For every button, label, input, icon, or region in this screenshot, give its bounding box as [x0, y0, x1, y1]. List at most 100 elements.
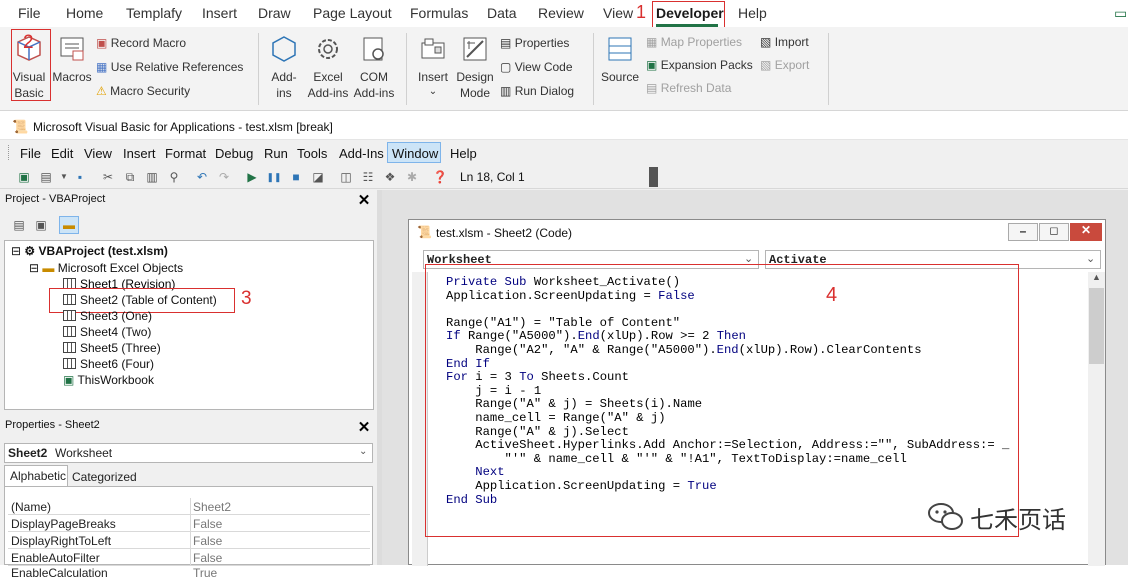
excel-addins-button[interactable]: Excel Add-ins [305, 30, 351, 100]
expansion-packs-button[interactable]: ▣ Expansion Packs [646, 58, 753, 72]
tab-insert[interactable]: Insert [202, 5, 237, 21]
com-gear-icon [363, 37, 384, 61]
menu-tools[interactable]: Tools [297, 146, 327, 161]
tab-data[interactable]: Data [487, 5, 517, 21]
minimize-button[interactable]: – [1008, 223, 1038, 241]
map-properties-button[interactable]: ▦ Map Properties [646, 35, 742, 49]
object-browser-icon[interactable]: ❖ [382, 169, 398, 185]
tab-file[interactable]: File [18, 5, 41, 21]
code-window-title-bar: 📜 test.xlsm - Sheet2 (Code) – ◻ ✕ [409, 220, 1105, 246]
use-relative-references-button[interactable]: ▦ Use Relative References [96, 60, 243, 74]
project-explorer-icon[interactable]: ◫ [338, 169, 354, 185]
view-object-icon[interactable]: ▣ [33, 217, 49, 233]
save-icon[interactable]: ▪ [72, 169, 88, 185]
tab-formulas[interactable]: Formulas [410, 5, 468, 21]
tree-item-sheet3[interactable]: Sheet3 (One) [63, 309, 152, 323]
tab-help[interactable]: Help [738, 5, 767, 21]
reset-icon[interactable]: ■ [288, 169, 304, 185]
design-mode-icon[interactable]: ◪ [310, 169, 326, 185]
menu-edit[interactable]: Edit [51, 146, 73, 161]
tab-view[interactable]: View [603, 5, 633, 21]
import-button[interactable]: ▧ Import [760, 35, 809, 49]
scroll-up-icon[interactable]: ▲ [1092, 272, 1101, 282]
break-icon[interactable]: ❚❚ [266, 169, 282, 185]
tab-draw[interactable]: Draw [258, 5, 291, 21]
menu-addins[interactable]: Add-Ins [339, 146, 384, 161]
macro-security-button[interactable]: ⚠ Macro Security [96, 84, 190, 98]
refresh-data-button[interactable]: ▤ Refresh Data [646, 81, 731, 95]
property-row[interactable]: DisplayPageBreaks False [8, 515, 370, 532]
cut-icon[interactable]: ✂ [100, 169, 116, 185]
run-icon[interactable]: ▶ [244, 169, 260, 185]
tab-review[interactable]: Review [538, 5, 584, 21]
properties-window-icon[interactable]: ☷ [360, 169, 376, 185]
menu-file[interactable]: File [20, 146, 41, 161]
record-macro-button[interactable]: ▣ Record Macro [96, 36, 186, 50]
export-button[interactable]: ▧ Export [760, 58, 809, 72]
toolbox-icon[interactable]: ✱ [404, 169, 420, 185]
property-row[interactable]: EnableAutoFilter False [8, 549, 370, 566]
tab-categorized[interactable]: Categorized [69, 468, 137, 486]
developer-ribbon: 2 Visual Basic Macros ▣ Record Macro ▦ U… [0, 27, 1128, 111]
menu-debug[interactable]: Debug [215, 146, 253, 161]
close-icon[interactable]: ✕ [356, 193, 372, 209]
tab-templafy[interactable]: Templafy [126, 5, 182, 21]
design-mode-icon [463, 37, 487, 61]
vba-window-title: Microsoft Visual Basic for Applications … [33, 120, 333, 134]
worksheet-icon [63, 342, 76, 353]
copy-icon[interactable]: ⧉ [122, 169, 138, 185]
design-mode-button[interactable]: Design Mode [455, 30, 495, 100]
run-dialog-button[interactable]: ▥ Run Dialog [500, 84, 574, 98]
help-icon[interactable]: ❓ [432, 169, 448, 185]
property-row[interactable]: EnableCalculation True [8, 566, 370, 583]
excel-view-icon[interactable]: ▣ [16, 169, 32, 185]
comment-icon[interactable]: ▭ [1114, 5, 1127, 22]
view-code-icon: ▢ [500, 60, 512, 74]
tree-item-thisworkbook[interactable]: ▣ ThisWorkbook [63, 373, 154, 387]
tab-alphabetic[interactable]: Alphabetic [4, 465, 68, 486]
view-code-button[interactable]: ▢ View Code [500, 60, 573, 74]
tree-item-sheet6[interactable]: Sheet6 (Four) [63, 357, 154, 371]
menu-format[interactable]: Format [165, 146, 206, 161]
view-code-icon[interactable]: ▤ [11, 217, 27, 233]
tree-root-vbaproject[interactable]: ⊟ ⚙ VBAProject (test.xlsm) [11, 244, 168, 258]
project-toolbar: ▤ ▣ ▬ [3, 212, 373, 238]
tree-item-sheet5[interactable]: Sheet5 (Three) [63, 341, 161, 355]
tree-folder-excel-objects[interactable]: ⊟ ▬ Microsoft Excel Objects [29, 261, 183, 275]
properties-button[interactable]: ▤ Properties [500, 36, 569, 50]
tree-item-sheet4[interactable]: Sheet4 (Two) [63, 325, 151, 339]
source-label: Source [600, 70, 640, 84]
find-icon[interactable]: ⚲ [166, 169, 182, 185]
menu-help[interactable]: Help [450, 146, 477, 161]
toolbar-overflow[interactable] [649, 167, 658, 187]
com-addins-button[interactable]: COM Add-ins [352, 30, 396, 100]
tab-page-layout[interactable]: Page Layout [313, 5, 392, 21]
close-button[interactable]: ✕ [1070, 223, 1102, 241]
property-row[interactable]: (Name) Sheet2 [8, 498, 370, 515]
properties-object-dropdown[interactable]: Sheet2 Worksheet ⌄ [4, 443, 373, 463]
menu-window[interactable]: Window [392, 146, 438, 161]
collapse-icon[interactable]: ⊟ [29, 261, 39, 275]
insert-control-button[interactable]: Insert ⌄ [414, 30, 452, 100]
project-explorer: Project - VBAProject ✕ ▤ ▣ ▬ ⊟ ⚙ VBAProj… [0, 190, 377, 413]
insert-module-icon[interactable]: ▤ [38, 169, 54, 185]
macros-button[interactable]: Macros [52, 30, 92, 100]
tree-item-label: Sheet5 (Three) [80, 341, 161, 355]
close-icon[interactable]: ✕ [356, 420, 372, 436]
source-button[interactable]: Source [600, 30, 640, 100]
properties-pane-title: Properties - Sheet2 [5, 419, 100, 431]
paste-icon[interactable]: ▥ [144, 169, 160, 185]
menu-run[interactable]: Run [264, 146, 288, 161]
toggle-folders-icon[interactable]: ▬ [59, 216, 79, 234]
tab-home[interactable]: Home [66, 5, 103, 21]
undo-icon[interactable]: ↶ [194, 169, 210, 185]
addins-button[interactable]: Add-ins [266, 30, 302, 100]
menu-view[interactable]: View [84, 146, 112, 161]
dropdown-arrow-icon[interactable]: ▼ [56, 169, 72, 185]
redo-icon[interactable]: ↷ [216, 169, 232, 185]
maximize-button[interactable]: ◻ [1039, 223, 1069, 241]
menu-insert[interactable]: Insert [123, 146, 156, 161]
property-row[interactable]: DisplayRightToLeft False [8, 532, 370, 549]
collapse-icon[interactable]: ⊟ [11, 244, 21, 258]
scrollbar-thumb[interactable] [1089, 288, 1104, 364]
